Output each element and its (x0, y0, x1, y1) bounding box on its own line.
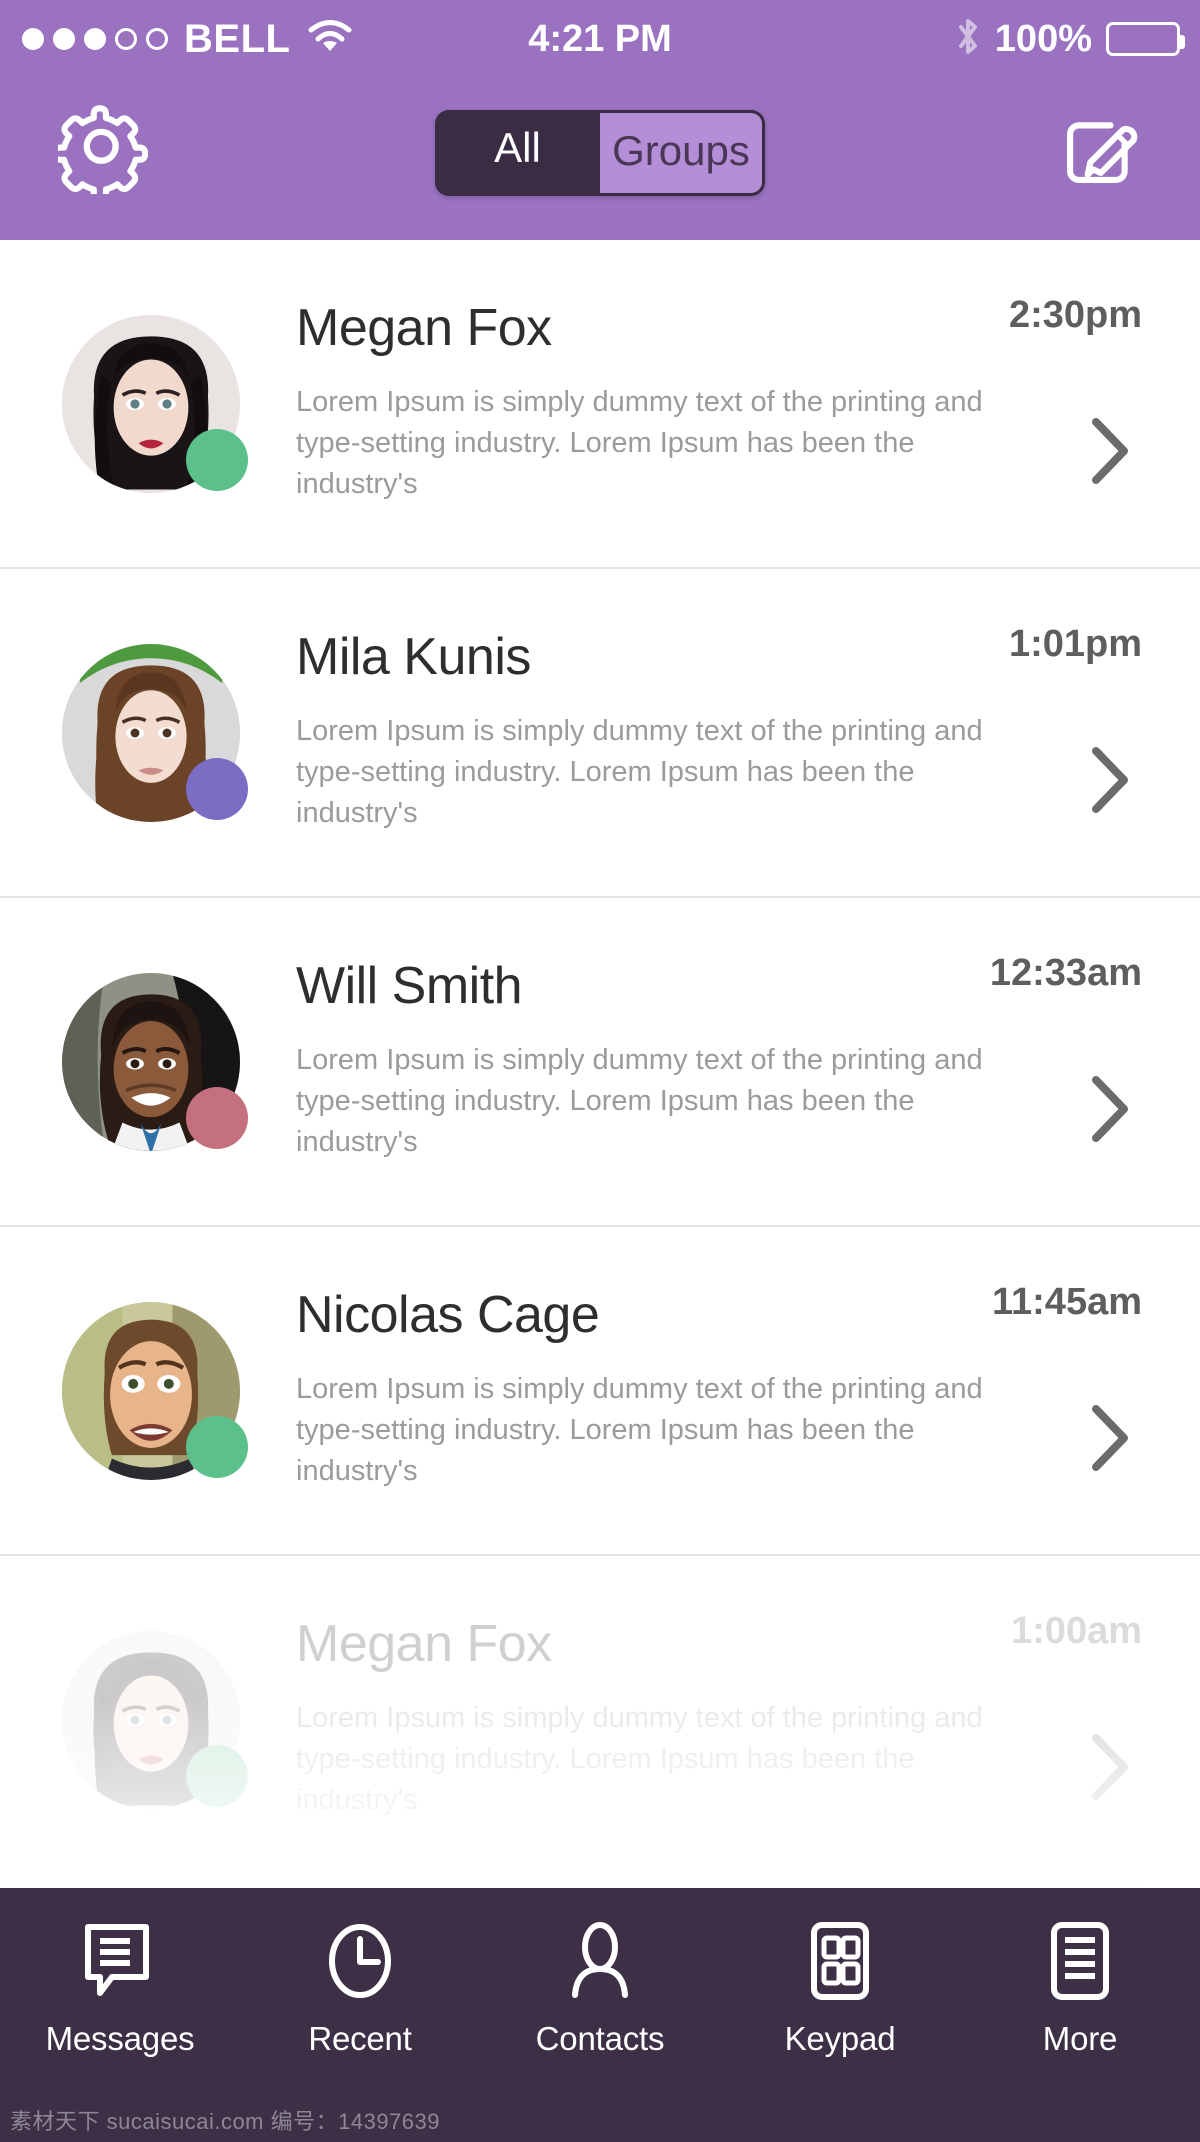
message-preview: Lorem Ipsum is simply dummy text of the … (296, 1043, 983, 1159)
keypad-icon (802, 1918, 878, 2004)
filter-segmented-control[interactable]: All Groups (435, 110, 765, 196)
tab-contacts[interactable]: Contacts (480, 1918, 720, 2058)
status-dot (186, 428, 248, 491)
status-bar: BELL 4:21 PM 100% (0, 0, 1200, 78)
status-dot (186, 1415, 248, 1478)
contact-name: Will Smith (296, 956, 523, 1015)
chevron-right-icon[interactable] (1086, 414, 1134, 493)
avatar (62, 314, 248, 493)
avatar (62, 972, 248, 1151)
message-time: 1:00am (1011, 1610, 1142, 1652)
tab-keypad[interactable]: Keypad (720, 1918, 960, 2058)
tab-label: Recent (308, 2020, 412, 2057)
status-dot (186, 1086, 248, 1149)
conversation-list[interactable]: Megan Fox Lorem Ipsum is simply dummy te… (0, 240, 1200, 1888)
chevron-right-icon[interactable] (1086, 743, 1134, 822)
gear-icon (51, 104, 149, 202)
conversation-content: Megan Fox Lorem Ipsum is simply dummy te… (296, 1618, 1010, 1822)
messages-icon (82, 1918, 158, 2004)
list-icon (1042, 1918, 1118, 2004)
compose-icon (1056, 106, 1144, 199)
tab-recent[interactable]: Recent (240, 1918, 480, 2058)
chevron-right-icon[interactable] (1086, 1401, 1134, 1480)
bottom-tab-bar[interactable]: Messages Recent Contacts Keypad More 素材天… (0, 1888, 1200, 2142)
segment-groups[interactable]: Groups (600, 110, 765, 196)
settings-button[interactable] (51, 104, 150, 202)
tab-label: Contacts (535, 2020, 665, 2057)
message-time: 12:33am (989, 952, 1142, 994)
contact-name: Mila Kunis (296, 627, 531, 686)
message-preview: Lorem Ipsum is simply dummy text of the … (296, 1701, 983, 1817)
status-bar-right: 100% (955, 15, 1185, 64)
tab-label: More (1042, 2020, 1118, 2057)
tab-more[interactable]: More (960, 1918, 1200, 2058)
contact-name: Nicolas Cage (296, 1285, 600, 1344)
message-preview: Lorem Ipsum is simply dummy text of the … (296, 385, 983, 501)
bluetooth-icon (955, 15, 981, 64)
segment-all[interactable]: All (435, 110, 600, 196)
battery-percent-label: 100% (994, 17, 1092, 60)
conversation-content: Will Smith Lorem Ipsum is simply dummy t… (296, 960, 1010, 1164)
conversation-row[interactable]: Nicolas Cage Lorem Ipsum is simply dummy… (0, 1227, 1200, 1556)
chevron-right-icon[interactable] (1086, 1730, 1134, 1809)
phone-screen: BELL 4:21 PM 100% All Groups Megan Fox L… (0, 0, 1200, 2142)
conversation-content: Megan Fox Lorem Ipsum is simply dummy te… (296, 302, 1010, 506)
conversation-row[interactable]: Mila Kunis Lorem Ipsum is simply dummy t… (0, 569, 1200, 898)
avatar (62, 643, 248, 822)
conversation-content: Nicolas Cage Lorem Ipsum is simply dummy… (296, 1289, 1010, 1493)
clock-icon (322, 1918, 398, 2004)
tab-label: Messages (45, 2020, 195, 2057)
contact-name: Megan Fox (296, 1614, 552, 1673)
message-time: 11:45am (991, 1281, 1142, 1323)
conversation-content: Mila Kunis Lorem Ipsum is simply dummy t… (296, 631, 1010, 835)
tab-label: Keypad (784, 2020, 896, 2057)
conversation-row[interactable]: Megan Fox Lorem Ipsum is simply dummy te… (0, 240, 1200, 569)
app-header: BELL 4:21 PM 100% All Groups (0, 0, 1200, 240)
compose-button[interactable] (1054, 106, 1146, 198)
nav-bar: All Groups (0, 78, 1200, 240)
message-preview: Lorem Ipsum is simply dummy text of the … (296, 714, 983, 830)
chevron-right-icon[interactable] (1086, 1072, 1134, 1151)
contact-name: Megan Fox (296, 298, 552, 357)
status-dot (186, 757, 248, 820)
watermark: 素材天下 sucaisucai.com 编号：14397639 (10, 2109, 440, 2134)
person-icon (562, 1918, 638, 2004)
message-time: 1:01pm (1008, 623, 1142, 665)
message-time: 2:30pm (1008, 294, 1142, 336)
tab-messages[interactable]: Messages (0, 1918, 240, 2058)
conversation-row[interactable]: Will Smith Lorem Ipsum is simply dummy t… (0, 898, 1200, 1227)
message-preview: Lorem Ipsum is simply dummy text of the … (296, 1372, 983, 1488)
avatar (62, 1630, 248, 1809)
battery-full-icon (1106, 22, 1185, 56)
status-dot (186, 1744, 248, 1807)
avatar (62, 1301, 248, 1480)
conversation-row[interactable]: Megan Fox Lorem Ipsum is simply dummy te… (0, 1556, 1200, 1885)
